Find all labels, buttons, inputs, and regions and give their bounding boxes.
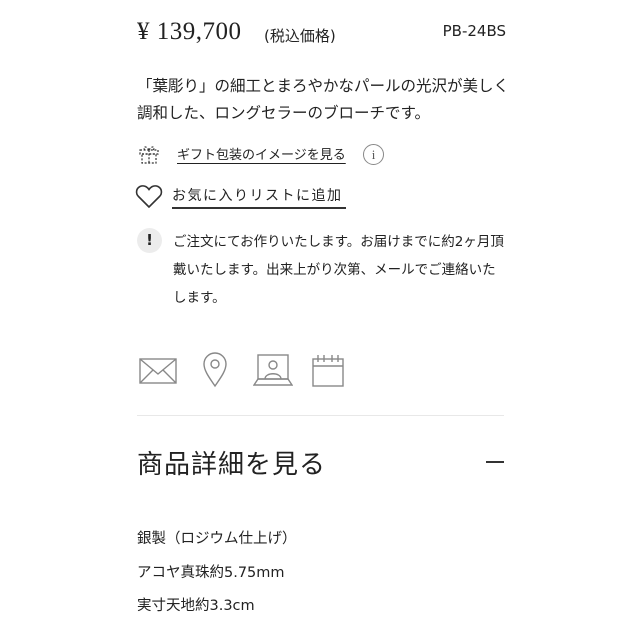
gift-wrap-link[interactable]: ギフト包装のイメージを見る [177, 144, 346, 163]
exclamation-icon: ! [137, 228, 162, 253]
spec-material: 銀製（ロジウム仕上げ） [137, 531, 297, 547]
location-pin-icon[interactable] [200, 352, 230, 388]
add-to-favorites-link[interactable]: お気に入りリストに追加 [172, 185, 343, 205]
video-consultation-icon[interactable] [253, 352, 293, 388]
product-price: ¥ 139,700 [137, 18, 242, 45]
product-description: 「葉彫り」の細工とまろやかなパールの光沢が美しく調和した、ロングセラーのブローチ… [137, 77, 510, 122]
product-details-toggle[interactable]: 商品詳細を見る [137, 444, 326, 481]
section-divider [137, 415, 504, 416]
mail-icon[interactable] [138, 352, 178, 388]
spec-pearl-size: アコヤ真珠約5.75mm [137, 565, 285, 581]
minus-collapse-icon[interactable] [486, 461, 504, 463]
heart-icon[interactable] [134, 182, 164, 210]
calendar-icon[interactable] [310, 352, 346, 388]
product-code: PB-24BS [442, 22, 506, 40]
favorites-underline [172, 207, 346, 209]
tax-note: (税込価格) [264, 27, 336, 45]
info-icon[interactable]: i [363, 144, 384, 165]
made-to-order-notice: ご注文にてお作りいたします。お届けまでに約2ヶ月頂戴いたします。出来上がり次第、… [173, 234, 504, 306]
gift-icon[interactable] [137, 141, 161, 165]
spec-dimensions: 実寸天地約3.3cm [137, 598, 255, 614]
